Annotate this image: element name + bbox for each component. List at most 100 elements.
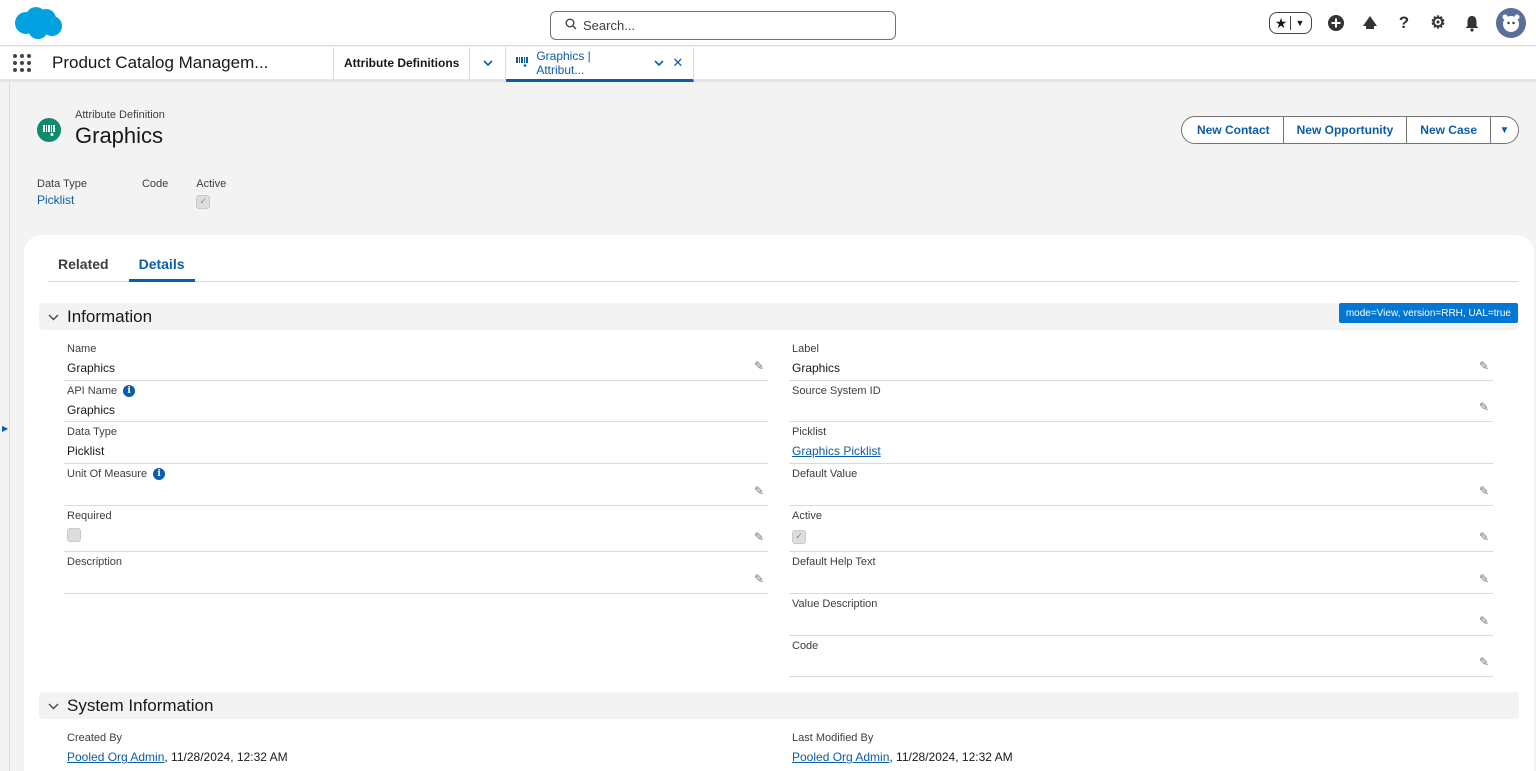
field-default-value: Default Value ✎: [789, 464, 1493, 506]
field-label: Default Help Text: [792, 556, 876, 568]
picklist-link[interactable]: Graphics Picklist: [792, 444, 881, 458]
field-label-graphics: Label Graphics ✎: [789, 339, 1493, 381]
tab-chevron-down-icon[interactable]: [654, 56, 664, 70]
global-header: Search... ★ ▼ ? ⚙: [0, 0, 1536, 46]
chevron-down-icon: [48, 699, 59, 713]
field-unit-of-measure: Unit Of Measure i ✎: [64, 464, 768, 506]
field-source-system-id: Source System ID ✎: [789, 381, 1493, 422]
field-picklist: Picklist Graphics Picklist: [789, 422, 1493, 464]
modified-date: , 11/28/2024, 12:32 AM: [889, 750, 1013, 764]
app-launcher-icon[interactable]: [0, 47, 44, 79]
edit-pencil-icon[interactable]: ✎: [1479, 484, 1489, 498]
field-value: Graphics: [67, 361, 116, 375]
help-icon[interactable]: ?: [1394, 13, 1414, 33]
highlight-active: Active ✓: [196, 178, 226, 209]
field-data-type: Data Type Picklist: [64, 422, 768, 464]
field-label: Name: [67, 343, 97, 355]
tab-details[interactable]: Details: [128, 256, 195, 282]
info-icon[interactable]: i: [123, 385, 136, 397]
edit-pencil-icon[interactable]: ✎: [754, 530, 764, 544]
edit-pencil-icon[interactable]: ✎: [1479, 400, 1489, 414]
field-value-row: [67, 528, 768, 545]
navigation-bar: Product Catalog Managem... Attribute Def…: [0, 47, 1536, 82]
system-information-section-header[interactable]: System Information: [39, 692, 1519, 719]
highlight-code: Code: [142, 178, 168, 209]
modified-by-user-link[interactable]: Pooled Org Admin: [792, 750, 889, 764]
field-label: Unit Of Measure: [67, 468, 148, 480]
trailhead-icon[interactable]: [1360, 13, 1380, 33]
record-tabs: Related Details: [48, 256, 1518, 282]
field-value-description: Value Description ✎: [789, 594, 1493, 636]
new-case-button[interactable]: New Case: [1407, 116, 1491, 144]
field-value-row: Pooled Org Admin, 11/28/2024, 12:32 AM: [792, 750, 1493, 764]
field-label: Active: [792, 510, 822, 522]
field-active: Active ✓ ✎: [789, 506, 1493, 552]
information-section-header[interactable]: Information mode=View, version=RRH, UAL=…: [39, 303, 1519, 330]
search-placeholder: Search...: [583, 18, 636, 33]
mode-debug-badge: mode=View, version=RRH, UAL=true: [1338, 303, 1518, 323]
edit-pencil-icon[interactable]: ✎: [1479, 359, 1489, 373]
field-value: Graphics: [67, 403, 116, 417]
edit-pencil-icon[interactable]: ✎: [1479, 655, 1489, 669]
new-contact-button[interactable]: New Contact: [1180, 116, 1284, 144]
attribute-definition-record-icon: [37, 118, 61, 142]
record-detail-card: Related Details Information mode=View, v…: [24, 235, 1534, 771]
close-tab-icon[interactable]: ✕: [672, 55, 683, 71]
field-value: Picklist: [67, 444, 105, 458]
favorites-group[interactable]: ★ ▼: [1269, 12, 1312, 34]
record-object-type: Attribute Definition: [75, 109, 165, 121]
info-icon[interactable]: i: [153, 468, 166, 480]
edit-pencil-icon[interactable]: ✎: [1479, 572, 1489, 586]
highlight-label: Code: [141, 178, 169, 190]
more-actions-dropdown-icon[interactable]: ▼: [1491, 116, 1519, 144]
field-label: Data Type: [67, 426, 117, 438]
field-code: Code ✎: [789, 636, 1493, 677]
user-avatar[interactable]: [1496, 8, 1526, 38]
global-search-input[interactable]: Search...: [550, 11, 896, 40]
edit-pencil-icon[interactable]: ✎: [754, 359, 764, 373]
search-icon: [565, 18, 577, 33]
favorites-dropdown-icon[interactable]: ▼: [1291, 14, 1309, 32]
field-label: Last Modified By: [792, 732, 874, 744]
field-label: Created By: [67, 732, 123, 744]
created-by-user-link[interactable]: Pooled Org Admin: [67, 750, 164, 764]
nav-tab-label: Attribute Definitions: [344, 56, 460, 70]
add-icon[interactable]: [1326, 13, 1346, 33]
field-label: Picklist: [792, 426, 827, 438]
field-label: Description: [67, 556, 123, 568]
field-label: API Name: [67, 385, 118, 397]
field-value: Graphics: [792, 361, 841, 375]
field-value: [792, 486, 1493, 500]
field-value: [792, 403, 1493, 417]
new-opportunity-button[interactable]: New Opportunity: [1283, 116, 1408, 144]
field-value: [67, 574, 768, 588]
barcode-icon: [516, 56, 529, 70]
field-last-modified-by: Last Modified By Pooled Org Admin, 11/28…: [789, 728, 1493, 770]
nav-tab-attribute-definitions[interactable]: Attribute Definitions: [334, 47, 471, 79]
salesforce-logo[interactable]: [12, 5, 64, 41]
field-value: [792, 658, 1493, 672]
nav-tab-graphics-workspace[interactable]: Graphics | Attribut... ✕: [506, 47, 695, 82]
section-title: Information: [67, 306, 153, 326]
field-name: Name Graphics ✎: [64, 339, 768, 381]
field-value-row: Pooled Org Admin, 11/28/2024, 12:32 AM: [67, 750, 768, 764]
highlight-value: Picklist: [37, 193, 75, 207]
field-label: Code: [792, 640, 819, 652]
app-name: Product Catalog Managem...: [44, 47, 334, 79]
notifications-bell-icon[interactable]: [1462, 13, 1482, 33]
nav-tab-chevron-down-icon[interactable]: [470, 47, 507, 79]
edit-pencil-icon[interactable]: ✎: [754, 572, 764, 586]
edit-pencil-icon[interactable]: ✎: [1479, 530, 1489, 544]
settings-gear-icon[interactable]: ⚙: [1428, 13, 1448, 33]
edit-pencil-icon[interactable]: ✎: [1479, 614, 1489, 628]
field-label: Value Description: [792, 598, 878, 610]
favorites-star-icon[interactable]: ★: [1272, 14, 1290, 32]
expand-panel-icon[interactable]: ▶: [2, 424, 8, 433]
tab-related[interactable]: Related: [48, 256, 119, 282]
edit-pencil-icon[interactable]: ✎: [754, 484, 764, 498]
field-default-help-text: Default Help Text ✎: [789, 552, 1493, 594]
field-label-row: API Name i: [67, 385, 768, 397]
nav-tab-label: Graphics | Attribut...: [536, 49, 591, 77]
highlights-panel: Data Type Picklist Code Active ✓: [37, 178, 256, 209]
active-checkbox: ✓: [196, 194, 211, 209]
